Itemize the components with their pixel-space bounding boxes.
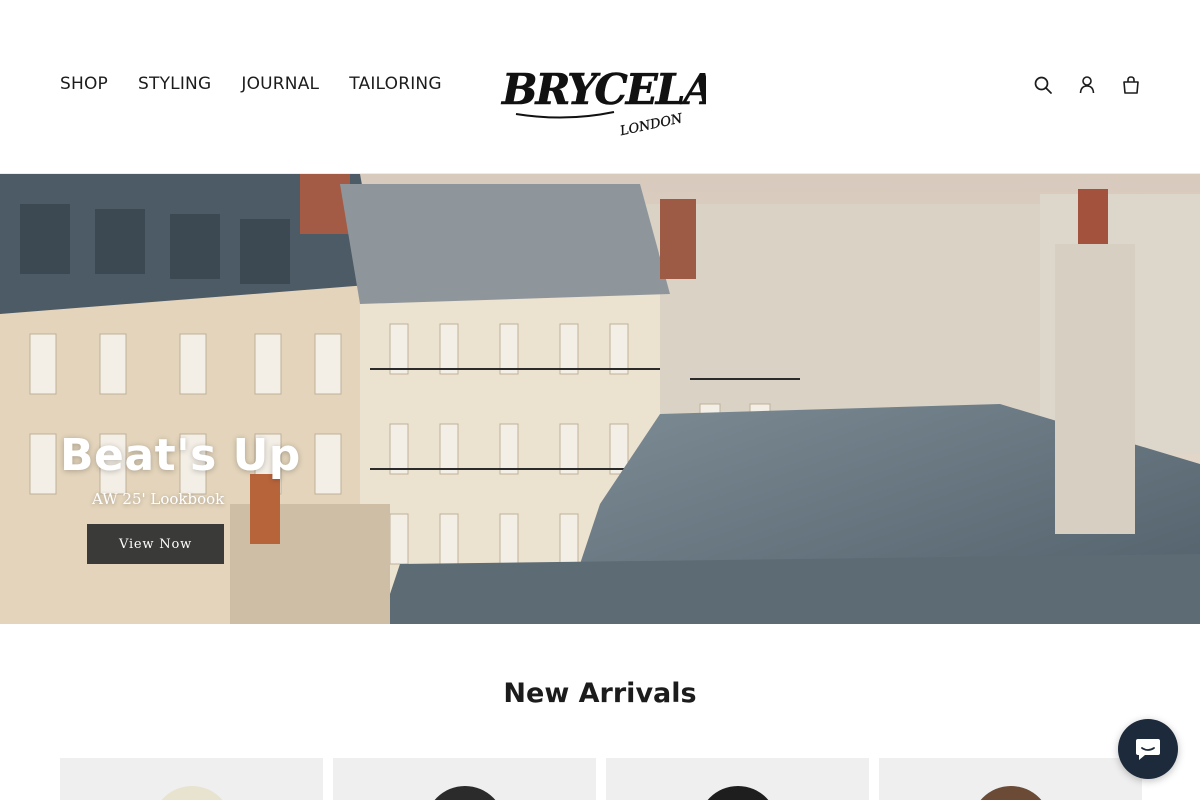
product-image <box>424 786 505 800</box>
product-card[interactable] <box>333 758 596 800</box>
main-nav: SHOP STYLING JOURNAL TAILORING <box>60 74 442 94</box>
logo-wordmark: BRYCELAND'S <box>501 65 706 114</box>
product-image <box>697 786 778 800</box>
product-grid <box>60 758 1142 800</box>
product-card[interactable] <box>879 758 1142 800</box>
site-header: SHOP STYLING JOURNAL TAILORING BRYCELAND… <box>0 0 1200 174</box>
nav-shop[interactable]: SHOP <box>60 74 108 94</box>
header-actions <box>1034 75 1140 95</box>
hero-title: Beat's Up <box>60 430 301 481</box>
product-image <box>151 786 232 800</box>
hero-banner[interactable]: Beat's Up AW 25' Lookbook View Now <box>0 174 1200 624</box>
chat-icon <box>1136 739 1160 760</box>
section-title: New Arrivals <box>503 678 697 709</box>
chat-button[interactable] <box>1118 719 1178 779</box>
logo-subtext: LONDON <box>618 111 684 139</box>
view-now-button[interactable]: View Now <box>87 524 224 564</box>
account-icon[interactable] <box>1078 75 1096 95</box>
nav-tailoring[interactable]: TAILORING <box>349 74 441 94</box>
nav-journal[interactable]: JOURNAL <box>241 74 319 94</box>
brand-logo[interactable]: BRYCELAND'S LONDON <box>496 48 827 140</box>
nav-styling[interactable]: STYLING <box>138 74 211 94</box>
product-card[interactable] <box>60 758 323 800</box>
hero-subtitle: AW 25' Lookbook <box>92 490 225 508</box>
search-icon[interactable] <box>1034 75 1052 95</box>
cart-icon[interactable] <box>1122 75 1140 95</box>
product-card[interactable] <box>606 758 869 800</box>
product-image <box>970 786 1051 800</box>
